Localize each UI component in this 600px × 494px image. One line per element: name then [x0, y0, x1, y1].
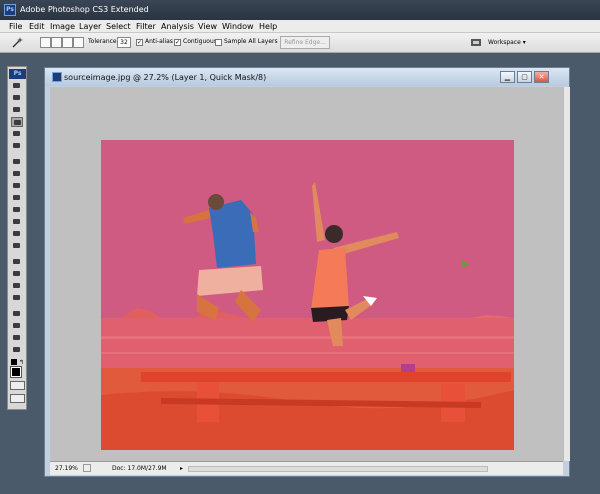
document-icon — [52, 72, 62, 82]
sample-all-layers-label: Sample All Layers — [224, 38, 278, 45]
chevron-down-icon: ▾ — [522, 39, 526, 46]
contiguous-label: Contiguous — [183, 38, 217, 45]
sample-all-layers-checkbox[interactable] — [215, 39, 222, 46]
hand-tool-icon[interactable] — [11, 333, 23, 343]
subtract-from-selection-icon[interactable] — [62, 37, 73, 48]
app-title: Adobe Photoshop CS3 Extended — [20, 5, 149, 14]
menu-window[interactable]: Window — [222, 22, 254, 31]
default-colors-icon[interactable] — [11, 359, 17, 365]
dodge-tool-icon[interactable] — [11, 241, 23, 251]
menu-layer[interactable]: Layer — [79, 22, 101, 31]
zoom-level[interactable]: 27.19% — [55, 465, 78, 472]
toolbox-logo: Ps — [9, 69, 26, 79]
menu-bar: File Edit Image Layer Select Filter Anal… — [0, 20, 600, 33]
minimize-button[interactable]: ▁ — [500, 71, 515, 83]
new-selection-icon[interactable] — [40, 37, 51, 48]
options-bar: Tolerance: 32 ✓ Anti-alias ✓ Contiguous … — [0, 33, 600, 53]
canvas-area[interactable] — [50, 87, 563, 461]
notes-tool-icon[interactable] — [11, 309, 23, 319]
palette-well-icon[interactable] — [470, 37, 481, 48]
document-title-bar[interactable]: sourceimage.jpg @ 27.2% (Layer 1, Quick … — [45, 68, 569, 86]
line-tool-icon[interactable] — [11, 293, 23, 303]
tolerance-label: Tolerance: — [88, 38, 119, 45]
type-tool-icon[interactable] — [11, 269, 23, 279]
pen-tool-icon[interactable] — [11, 257, 23, 267]
foreground-color-swatch[interactable] — [10, 366, 22, 378]
healing-brush-tool-icon[interactable] — [11, 157, 23, 167]
workspace-menu-button[interactable]: Workspace ▾ — [488, 36, 540, 49]
add-to-selection-icon[interactable] — [51, 37, 62, 48]
photo-canvas — [101, 140, 514, 450]
menu-help[interactable]: Help — [259, 22, 277, 31]
lasso-tool-icon[interactable] — [11, 105, 23, 115]
menu-edit[interactable]: Edit — [29, 22, 45, 31]
horizontal-scrollbar[interactable] — [188, 466, 488, 472]
status-arrow-icon[interactable]: ▸ — [180, 465, 183, 472]
swap-colors-icon[interactable]: ↰ — [19, 359, 24, 366]
menu-select[interactable]: Select — [106, 22, 131, 31]
menu-filter[interactable]: Filter — [136, 22, 156, 31]
quick-mask-image[interactable] — [101, 140, 514, 450]
move-tool-icon[interactable] — [11, 81, 23, 91]
eyedropper-tool-icon[interactable] — [11, 321, 23, 331]
document-size: Doc: 17.0M/27.9M — [112, 465, 167, 472]
crop-tool-icon[interactable] — [11, 129, 23, 139]
contiguous-checkbox[interactable]: ✓ — [174, 39, 181, 46]
clone-stamp-tool-icon[interactable] — [11, 181, 23, 191]
tolerance-input[interactable]: 32 — [117, 37, 131, 48]
quick-mask-mode-icon[interactable] — [10, 381, 25, 390]
menu-view[interactable]: View — [198, 22, 217, 31]
eraser-tool-icon[interactable] — [11, 205, 23, 215]
menu-file[interactable]: File — [9, 22, 22, 31]
refine-edge-button[interactable]: Refine Edge... — [280, 36, 330, 49]
gradient-tool-icon[interactable] — [11, 217, 23, 227]
photoshop-app-icon: Ps — [4, 4, 16, 16]
document-status-bar: 27.19% Doc: 17.0M/27.9M ▸ — [50, 461, 563, 475]
brush-tool-icon[interactable] — [11, 169, 23, 179]
menu-image[interactable]: Image — [50, 22, 75, 31]
history-brush-tool-icon[interactable] — [11, 193, 23, 203]
workspace-label: Workspace — [488, 39, 521, 46]
document-window: sourceimage.jpg @ 27.2% (Layer 1, Quick … — [44, 67, 570, 477]
path-selection-tool-icon[interactable] — [11, 281, 23, 291]
zoom-tool-icon[interactable] — [11, 345, 23, 355]
blur-tool-icon[interactable] — [11, 229, 23, 239]
magic-wand-icon[interactable] — [12, 37, 23, 48]
maximize-button[interactable]: ▢ — [517, 71, 532, 83]
intersect-selection-icon[interactable] — [73, 37, 84, 48]
menu-analysis[interactable]: Analysis — [161, 22, 194, 31]
status-menu-icon[interactable] — [83, 464, 91, 472]
magic-wand-tool-icon[interactable] — [11, 117, 23, 127]
marquee-tool-icon[interactable] — [11, 93, 23, 103]
vertical-scrollbar[interactable] — [563, 87, 570, 461]
app-title-bar: Ps Adobe Photoshop CS3 Extended — [0, 0, 600, 20]
document-title: sourceimage.jpg @ 27.2% (Layer 1, Quick … — [64, 73, 267, 82]
slice-tool-icon[interactable] — [11, 141, 23, 151]
screen-mode-icon[interactable] — [10, 394, 25, 403]
anti-alias-checkbox[interactable]: ✓ — [136, 39, 143, 46]
close-button[interactable]: ✕ — [534, 71, 549, 83]
toolbox-panel: Ps ↰ — [7, 66, 27, 410]
anti-alias-label: Anti-alias — [145, 38, 173, 45]
